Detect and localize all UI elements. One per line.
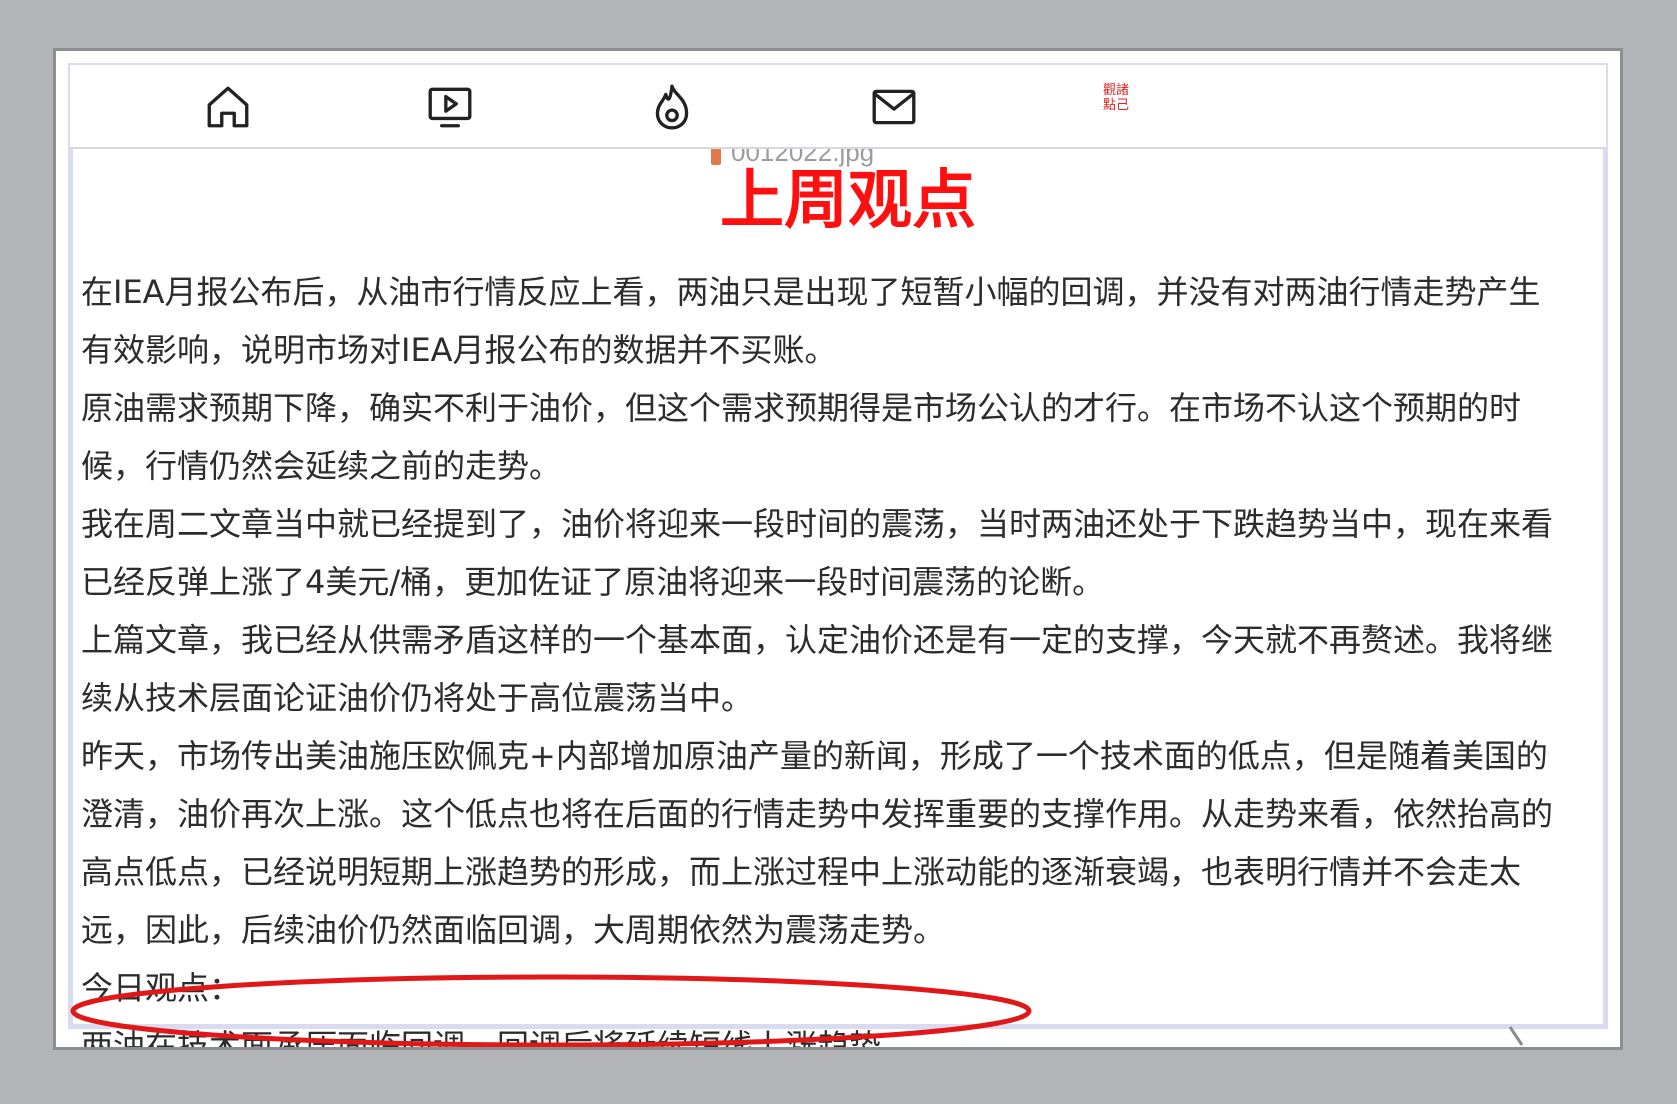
article-body: 在IEA月报公布后，从油市行情反应上看，两油只是出现了短暂小幅的回调，并没有对两… bbox=[81, 219, 1561, 1050]
article-title: 上周观点 bbox=[720, 164, 976, 238]
fire-icon[interactable] bbox=[642, 77, 702, 137]
resize-handle-icon[interactable] bbox=[1508, 1025, 1526, 1049]
highlighted-paragraph: 两油在技术面承压面临回调，回调后将延续短线上涨趋势。 bbox=[81, 1027, 914, 1050]
paragraph: 昨天，市场传出美油施压欧佩克+内部增加原油产量的新闻，形成了一个技术面的低点，但… bbox=[81, 737, 1554, 949]
paragraph: 今日观点： bbox=[81, 969, 242, 1007]
top-navbar: 觀諸 點己 bbox=[70, 65, 1606, 149]
paragraph: 原油需求预期下降，确实不利于油价，但这个需求预期得是市场公认的才行。在市场不认这… bbox=[81, 389, 1522, 485]
red-seal-icon[interactable]: 觀諸 點己 bbox=[1086, 83, 1146, 123]
marker-dot bbox=[1328, 1031, 1334, 1037]
seal-text: 觀諸 點己 bbox=[1102, 83, 1129, 113]
paragraph: 上篇文章，我已经从供需矛盾这样的一个基本面，认定油价还是有一定的支撑，今天就不再… bbox=[81, 621, 1554, 717]
home-icon[interactable] bbox=[198, 77, 258, 137]
video-icon[interactable] bbox=[420, 77, 480, 137]
mail-icon[interactable] bbox=[864, 77, 924, 137]
paragraph: 在IEA月报公布后，从油市行情反应上看，两油只是出现了短暂小幅的回调，并没有对两… bbox=[81, 273, 1541, 369]
viewer-frame: 觀諸 點己 0012022.jpg 上周观点 在IEA月报公布后，从油市行情反应… bbox=[53, 48, 1623, 1050]
paragraph: 我在周二文章当中就已经提到了，油价将迎来一段时间的震荡，当时两油还处于下跌趋势当… bbox=[81, 505, 1554, 601]
